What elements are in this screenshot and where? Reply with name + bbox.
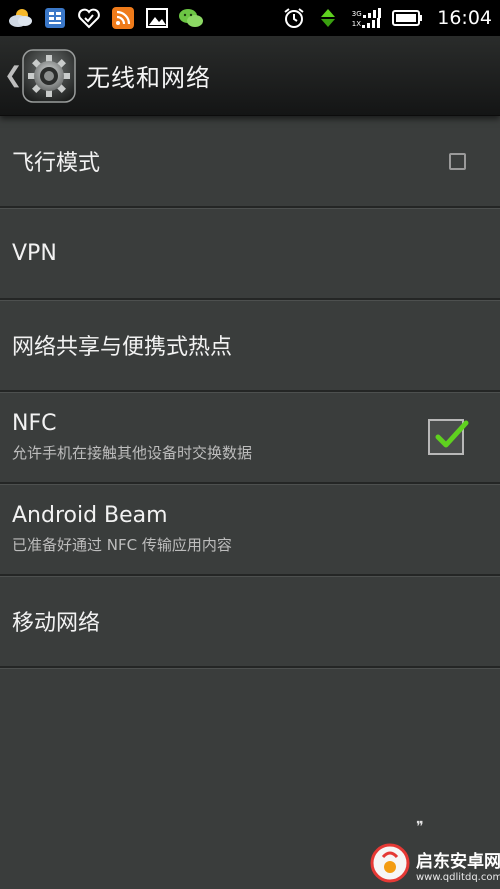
setting-android-beam[interactable]: Android Beam 已准备好通过 NFC 传输应用内容: [0, 484, 500, 576]
airplane-mode-checkbox[interactable]: [449, 152, 466, 170]
row-text: 移动网络: [12, 605, 100, 637]
setting-mobile-network[interactable]: 移动网络: [0, 576, 500, 668]
checkmark-icon: [435, 420, 469, 448]
watermark-dots: ❞: [416, 819, 425, 835]
app-grid-icon: [42, 6, 68, 30]
setting-vpn[interactable]: VPN: [0, 208, 500, 300]
setting-summary: 已准备好通过 NFC 传输应用内容: [12, 536, 232, 554]
status-bar: 3G 1X 16:04: [0, 0, 500, 36]
setting-title: 移动网络: [12, 611, 101, 636]
setting-title: 飞行模式: [12, 151, 101, 176]
signal-icon: 3G 1X: [349, 6, 383, 30]
row-text: 飞行模式: [12, 145, 100, 177]
weather-icon: [8, 6, 34, 30]
network-3g-label: 3G: [351, 10, 362, 18]
page-title: 无线和网络: [86, 64, 211, 92]
battery-icon: [391, 6, 425, 30]
network-1x-label: 1X: [351, 20, 362, 28]
settings-list: 飞行模式 VPN 网络共享与便携式热点 NFC 允许手机在接触其他设备时交换数据…: [0, 116, 500, 668]
setting-title: VPN: [12, 240, 57, 266]
setting-airplane-mode[interactable]: 飞行模式: [0, 116, 500, 208]
setting-title: 网络共享与便携式热点: [12, 335, 233, 360]
setting-tethering-hotspot[interactable]: 网络共享与便携式热点: [0, 300, 500, 392]
wechat-icon: [178, 6, 204, 30]
row-text: 网络共享与便携式热点: [12, 329, 232, 361]
setting-title: Android Beam: [12, 503, 168, 528]
alarm-icon: [281, 6, 307, 30]
watermark-name: 启东安卓网: [416, 852, 500, 872]
settings-gear-icon[interactable]: [20, 47, 78, 105]
data-transfer-icon: [315, 6, 341, 30]
watermark-url: www.qdlitdq.com: [416, 872, 500, 883]
heart-shield-icon: [76, 6, 102, 30]
status-bar-right: 3G 1X 16:04: [281, 6, 492, 30]
watermark: ❞ 启东安卓网 www.qdlitdq.com: [360, 819, 500, 889]
status-time: 16:04: [437, 7, 492, 29]
gallery-icon: [144, 6, 170, 30]
watermark-text: 启东安卓网 www.qdlitdq.com: [416, 847, 500, 883]
row-text: NFC 允许手机在接触其他设备时交换数据: [12, 411, 252, 463]
nfc-checkbox[interactable]: [428, 419, 469, 455]
status-bar-left: [8, 6, 204, 30]
rss-icon: [110, 6, 136, 30]
row-text: Android Beam 已准备好通过 NFC 传输应用内容: [12, 503, 232, 555]
setting-title: NFC: [12, 411, 57, 436]
action-bar: ❮ 无线和网络: [0, 36, 500, 116]
back-chevron-icon[interactable]: ❮: [4, 63, 22, 88]
watermark-logo-icon: [370, 843, 410, 883]
row-text: VPN: [12, 241, 57, 266]
setting-nfc[interactable]: NFC 允许手机在接触其他设备时交换数据: [0, 392, 500, 484]
setting-summary: 允许手机在接触其他设备时交换数据: [12, 444, 253, 462]
